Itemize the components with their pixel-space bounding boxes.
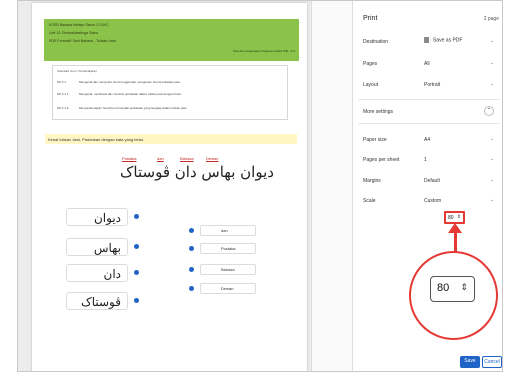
chevron-down-icon: ⌄ (489, 81, 494, 87)
chevron-up-icon[interactable]: ⌃ (484, 106, 494, 116)
match-dot[interactable] (189, 228, 194, 233)
header-line-1: KSSR Bahasa Melayu Tahun 3 SJKC (49, 23, 109, 27)
chevron-down-icon: ⌄ (489, 197, 494, 203)
zoom-callout: 80 ⇕ (409, 251, 498, 340)
preview-page-2 (311, 1, 352, 371)
gloss-word: Dewan (206, 156, 219, 161)
destination-select[interactable]: Save as PDF (424, 37, 496, 47)
rumi-word-box: dan (200, 225, 256, 236)
pages-label: Pages (363, 61, 378, 67)
match-dot[interactable] (134, 270, 139, 275)
arrow-up-icon (448, 223, 462, 233)
jawi-word-box: ڤوستاک (66, 292, 128, 310)
zoomed-scale-value: 80 (437, 282, 450, 294)
margins-label: Margins (363, 178, 381, 184)
objective-text: Mengenal dan menyebut huruf tunggal dan … (79, 80, 181, 84)
chevron-down-icon: ⌄ (489, 38, 494, 44)
margins-select[interactable]: Default (424, 178, 496, 184)
match-dot[interactable] (189, 286, 194, 291)
divider (358, 123, 500, 124)
objective-code: SP 4.1 (57, 80, 66, 84)
jawi-word: ڤوستاک (80, 295, 121, 309)
jawi-word-box: ديوان (66, 208, 128, 226)
header-right-note: Nota dan penyelesaian di halaman terakhi… (233, 50, 295, 53)
layout-select[interactable]: Portrait (424, 82, 496, 88)
objectives-title: Standard Guru: Pembelajaran (57, 69, 97, 73)
paper-size-label: Paper size (363, 137, 387, 143)
cancel-button[interactable]: Cancel (482, 356, 502, 368)
gloss-word: Pustaka (122, 156, 137, 161)
rumi-word-box: Pustaka (200, 243, 256, 254)
jawi-word: بهاس (93, 241, 121, 255)
chevron-down-icon: ⌄ (489, 156, 494, 162)
objective-text: Mengenal, membaca dan menulis perkataan … (79, 92, 182, 96)
paper-size-select[interactable]: A4 (424, 137, 496, 143)
instruction-banner: Kenal tulisan Jawi. Padankan dengan kata… (45, 134, 297, 144)
spinner-icon[interactable]: ⇕ (457, 214, 461, 220)
match-dot[interactable] (189, 267, 194, 272)
match-dot[interactable] (134, 244, 139, 249)
objective-code: SP 4.1.1 (57, 92, 69, 96)
objectives-table: Standard Guru: Pembelajaran SP 4.1 Mengen… (52, 65, 288, 120)
pdf-file-icon (424, 37, 429, 43)
print-preview-area: KSSR Bahasa Melayu Tahun 3 SJKC Unit 10:… (18, 1, 352, 371)
scale-input-value: 80 (448, 215, 454, 221)
destination-label: Destination (363, 39, 389, 45)
objective-code: SP 4.1.2 (57, 106, 69, 110)
header-line-3: PDE Formatif: Seni Bahasa - Tulisan Jawi (49, 39, 116, 43)
worksheet-header: KSSR Bahasa Melayu Tahun 3 SJKC Unit 10:… (44, 19, 299, 61)
match-dot[interactable] (134, 214, 139, 219)
divider (358, 99, 500, 100)
gloss-word: Bahasa (180, 156, 194, 161)
spinner-icon: ⇕ (460, 282, 468, 292)
print-dialog: KSSR Bahasa Melayu Tahun 3 SJKC Unit 10:… (17, 0, 503, 372)
rumi-word-box: Dewan (200, 283, 256, 294)
objective-text: Menyambungkan huruf-huruf menjadi perkat… (79, 106, 188, 110)
jawi-sentence: ديوان بهاس دان ڤوستاک (120, 163, 274, 181)
save-button[interactable]: Save (460, 356, 480, 368)
pages-per-sheet-select[interactable]: 1 (424, 157, 496, 163)
chevron-down-icon: ⌄ (489, 136, 494, 142)
scale-label: Scale (363, 198, 376, 204)
rumi-word-box: Bahasa (200, 264, 256, 275)
gloss-word: dan (157, 156, 164, 161)
destination-value: Save as PDF (433, 37, 463, 44)
objective-row: SP 4.1.1 Mengenal, membaca dan menulis pe… (57, 92, 182, 96)
chevron-down-icon: ⌄ (489, 60, 494, 66)
preview-page-1: KSSR Bahasa Melayu Tahun 3 SJKC Unit 10:… (32, 3, 307, 371)
pages-select[interactable]: All (424, 61, 496, 67)
jawi-word: دان (103, 267, 122, 281)
jawi-word: ديوان (93, 211, 121, 225)
objective-row: SP 4.1.2 Menyambungkan huruf-huruf menjad… (57, 106, 187, 110)
print-title: Print (363, 15, 378, 22)
match-dot[interactable] (189, 246, 194, 251)
layout-label: Layout (363, 82, 379, 88)
print-settings-panel: Print 2 page Destination Save as PDF ⌄ P… (352, 1, 502, 371)
pages-per-sheet-label: Pages per sheet (363, 157, 400, 163)
header-line-2: Unit 10: Bermainlestinga Sains (49, 31, 99, 35)
zoomed-scale-input: 80 ⇕ (430, 276, 475, 302)
jawi-word-box: بهاس (66, 238, 128, 256)
objective-row: SP 4.1 Mengenal dan menyebut huruf tungga… (57, 80, 181, 84)
scale-select[interactable]: Custom (424, 198, 496, 204)
page-count: 2 page (483, 16, 499, 22)
more-settings-toggle[interactable]: More settings (363, 109, 393, 115)
chevron-down-icon: ⌄ (489, 177, 494, 183)
jawi-word-box: دان (66, 264, 128, 282)
match-dot[interactable] (134, 298, 139, 303)
